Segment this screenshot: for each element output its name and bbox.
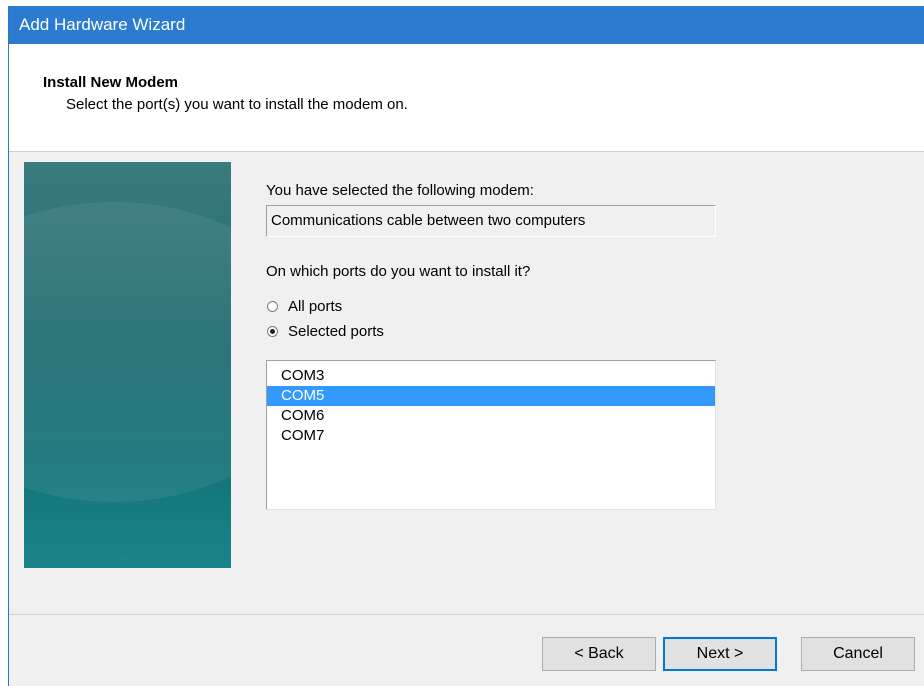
ports-question-label: On which ports do you want to install it… bbox=[266, 263, 531, 280]
page-subtitle: Select the port(s) you want to install t… bbox=[66, 96, 408, 113]
all-ports-radio[interactable]: All ports bbox=[267, 296, 342, 316]
port-list-item[interactable]: COM6 bbox=[267, 406, 715, 426]
title-bar[interactable]: Add Hardware Wizard bbox=[9, 6, 924, 44]
all-ports-radio-circle[interactable] bbox=[267, 300, 278, 312]
port-list-item-selected[interactable]: COM5 bbox=[267, 386, 715, 406]
port-list-item[interactable]: COM3 bbox=[267, 366, 715, 386]
footer-divider bbox=[9, 614, 924, 615]
selected-ports-radio-circle[interactable] bbox=[267, 325, 278, 337]
wizard-header: Install New Modem Select the port(s) you… bbox=[9, 44, 924, 152]
wizard-side-graphic bbox=[24, 162, 231, 568]
back-button[interactable]: < Back bbox=[542, 637, 656, 671]
cancel-button[interactable]: Cancel bbox=[801, 637, 915, 671]
selected-modem-label: You have selected the following modem: bbox=[266, 182, 534, 199]
ports-listbox[interactable]: COM3 COM5 COM6 COM7 bbox=[266, 360, 716, 510]
selected-modem-field: Communications cable between two compute… bbox=[266, 205, 716, 237]
selected-ports-radio-label[interactable]: Selected ports bbox=[288, 323, 384, 340]
next-button[interactable]: Next > bbox=[663, 637, 777, 671]
side-graphic-highlight bbox=[24, 202, 231, 502]
page-title: Install New Modem bbox=[43, 74, 179, 91]
wizard-window: Add Hardware Wizard Install New Modem Se… bbox=[8, 6, 924, 686]
selected-ports-radio[interactable]: Selected ports bbox=[267, 321, 384, 341]
window-title: Add Hardware Wizard bbox=[19, 15, 186, 34]
port-list-item[interactable]: COM7 bbox=[267, 426, 715, 446]
all-ports-radio-label[interactable]: All ports bbox=[288, 298, 342, 315]
